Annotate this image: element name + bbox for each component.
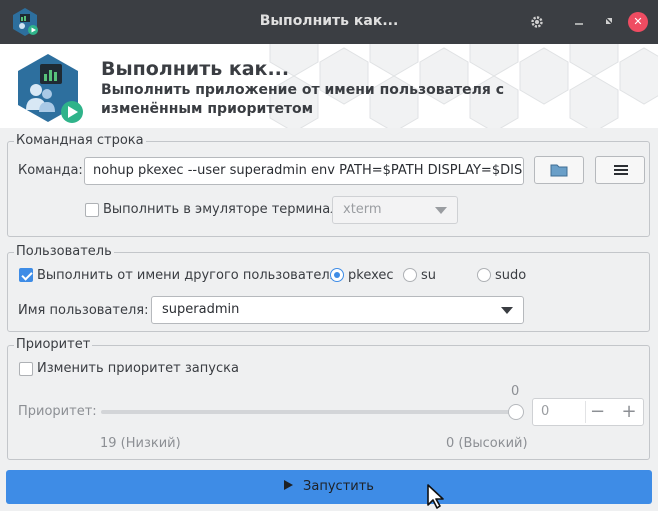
priority-slider-track[interactable] xyxy=(101,410,517,414)
change-priority-label[interactable]: Изменить приоритет запуска xyxy=(37,361,239,376)
priority-slider-handle[interactable] xyxy=(508,404,524,420)
priority-label: Приоритет: xyxy=(18,404,97,419)
radio-su-label[interactable]: su xyxy=(421,268,436,283)
priority-group-label: Приоритет xyxy=(14,337,93,352)
close-icon[interactable]: ✕ xyxy=(628,12,648,32)
run-button-label: Запустить xyxy=(303,479,374,494)
command-label: Команда: xyxy=(18,163,83,178)
priority-spinbox[interactable]: 0 − + xyxy=(532,398,644,426)
terminal-checkbox-label[interactable]: Выполнить в эмуляторе терминала xyxy=(103,202,347,217)
slider-max-label: 0 (Высокий) xyxy=(446,436,528,451)
play-icon xyxy=(284,480,294,490)
run-as-app-icon xyxy=(18,54,83,123)
username-label: Имя пользователя: xyxy=(18,303,149,318)
terminal-select[interactable]: xterm xyxy=(332,196,458,224)
priority-spinbox-value: 0 xyxy=(541,404,550,419)
increment-button[interactable]: + xyxy=(617,401,641,423)
run-button[interactable]: Запустить xyxy=(6,470,652,504)
mouse-cursor-icon xyxy=(427,484,444,509)
minimize-icon[interactable] xyxy=(569,12,589,32)
run-as-label[interactable]: Выполнить от имени другого пользователя: xyxy=(37,268,342,283)
run-as-checkbox[interactable] xyxy=(19,268,33,282)
terminal-select-value: xterm xyxy=(343,202,382,217)
window-title: Выполнить как... xyxy=(259,13,399,29)
folder-icon xyxy=(550,164,568,177)
user-group-label: Пользователь xyxy=(14,244,114,259)
browse-button[interactable] xyxy=(534,156,584,184)
title-bar: Выполнить как... ✕ xyxy=(0,0,658,44)
slider-min-label: 19 (Низкий) xyxy=(100,436,181,451)
header-title: Выполнить как... xyxy=(101,58,290,80)
command-group-label: Командная строка xyxy=(14,133,146,148)
radio-sudo[interactable] xyxy=(477,268,491,282)
decrement-button[interactable]: − xyxy=(585,401,609,423)
maximize-icon[interactable] xyxy=(599,12,619,32)
terminal-checkbox[interactable] xyxy=(85,203,99,217)
gear-icon[interactable] xyxy=(527,12,547,32)
radio-pkexec-label[interactable]: pkexec xyxy=(348,268,394,283)
change-priority-checkbox[interactable] xyxy=(19,362,33,376)
chevron-down-icon xyxy=(435,207,447,214)
username-select-value: superadmin xyxy=(162,302,240,317)
hamburger-menu-icon xyxy=(614,165,628,175)
header-banner: Выполнить как... Выполнить приложение от… xyxy=(0,44,658,128)
command-input[interactable]: nohup pkexec --user superadmin env PATH=… xyxy=(84,157,524,185)
command-menu-button[interactable] xyxy=(595,156,645,184)
header-subtitle: Выполнить приложение от имени пользовате… xyxy=(101,82,505,117)
chevron-down-icon xyxy=(501,307,513,314)
radio-sudo-label[interactable]: sudo xyxy=(495,268,526,283)
radio-pkexec[interactable] xyxy=(330,268,344,282)
radio-su[interactable] xyxy=(403,268,417,282)
slider-value-label: 0 xyxy=(511,384,520,399)
username-select[interactable]: superadmin xyxy=(151,296,524,324)
